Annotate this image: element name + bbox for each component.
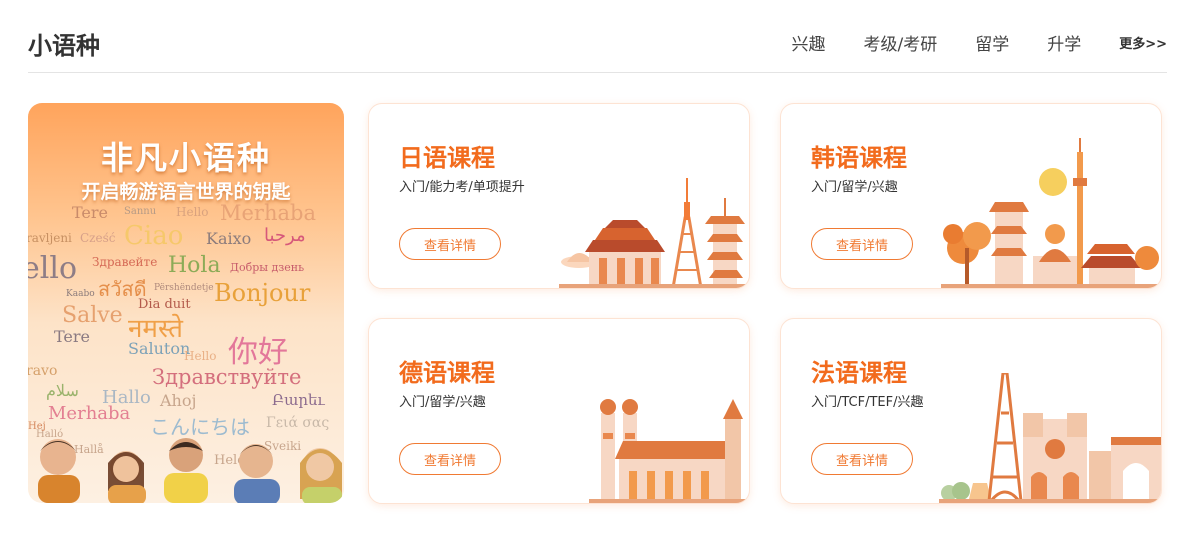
japan-landmarks-icon (559, 178, 749, 288)
view-details-button[interactable]: 查看详情 (811, 228, 913, 260)
greeting-word: Tere (54, 327, 91, 346)
course-title: 日语课程 (399, 144, 495, 172)
greeting-word: Ahoj (160, 391, 197, 410)
course-desc: 入门/TCF/TEF/兴趣 (811, 395, 924, 410)
greeting-word: سلام (46, 381, 79, 400)
greeting-word: Hej (28, 421, 46, 432)
course-card-japanese[interactable]: 日语课程 入门/能力考/单项提升 查看详情 (368, 103, 750, 289)
view-details-button[interactable]: 查看详情 (399, 443, 501, 475)
greeting-word: Hello (176, 205, 209, 219)
nav-link-interest[interactable]: 兴趣 (791, 30, 825, 55)
greeting-word: Tere (72, 203, 109, 222)
course-desc: 入门/留学/兴趣 (811, 180, 898, 195)
greeting-word: Hola (168, 253, 221, 278)
course-title: 德语课程 (399, 359, 495, 387)
view-details-button[interactable]: 查看详情 (811, 443, 913, 475)
greeting-word: Sannu (124, 206, 157, 217)
france-landmarks-icon (939, 373, 1161, 503)
greeting-word: Saluton (128, 339, 191, 358)
greeting-word: Здравейте (92, 255, 158, 269)
greeting-word: ravo (28, 363, 58, 379)
greeting-word: Kaabo (66, 289, 95, 299)
nav-link-promotion[interactable]: 升学 (1047, 30, 1081, 55)
greeting-word: Merhaba (220, 201, 316, 225)
germany-landmarks-icon (589, 399, 749, 503)
greeting-word: Hello (184, 349, 217, 363)
course-title: 韩语课程 (811, 144, 907, 172)
greeting-word: Përshëndetje (154, 283, 214, 293)
course-card-german[interactable]: 德语课程 入门/留学/兴趣 查看详情 (368, 318, 750, 504)
korea-landmarks-icon (941, 138, 1161, 288)
banner-title: 非凡小语种 (100, 139, 271, 177)
course-card-french[interactable]: 法语课程 入门/TCF/TEF/兴趣 查看详情 (780, 318, 1162, 504)
course-card-korean[interactable]: 韩语课程 入门/留学/兴趣 查看详情 (780, 103, 1162, 289)
nav-link-study-abroad[interactable]: 留学 (975, 30, 1009, 55)
greeting-word: Բարեւ (272, 391, 325, 409)
greeting-word: Salve (62, 303, 123, 328)
greeting-word: Bonjour (214, 279, 311, 307)
greeting-word: مرحبا (264, 225, 306, 246)
students-illustration (38, 438, 342, 503)
greeting-word: Cześć (80, 231, 116, 245)
view-details-button[interactable]: 查看详情 (399, 228, 501, 260)
more-link[interactable]: 更多>> (1119, 33, 1167, 52)
course-desc: 入门/留学/兴趣 (399, 395, 486, 410)
greeting-word: ravljeni (28, 231, 72, 245)
promo-banner[interactable]: Tere Sannu Hello Merhaba Ciao Kaixo مرحب… (28, 103, 344, 503)
section-title: 小语种 (28, 32, 100, 60)
nav-link-exam[interactable]: 考级/考研 (863, 30, 937, 55)
greeting-word: Добры дзень (230, 261, 305, 274)
course-desc: 入门/能力考/单项提升 (399, 180, 525, 195)
greeting-word: Γειά σας (266, 415, 330, 431)
greeting-word: Merhaba (48, 403, 131, 424)
section-header: 小语种 兴趣 考级/考研 留学 升学 更多>> (28, 0, 1167, 73)
category-nav: 兴趣 考级/考研 留学 升学 更多>> (753, 30, 1167, 55)
greeting-word: ello (28, 251, 78, 286)
greeting-word: Здравствуйте (152, 365, 302, 389)
course-title: 法语课程 (811, 359, 907, 387)
greeting-word: Ciao (124, 221, 184, 251)
greeting-word: Kaixo (206, 229, 252, 248)
banner-subtitle: 开启畅游语言世界的钥匙 (81, 181, 291, 203)
